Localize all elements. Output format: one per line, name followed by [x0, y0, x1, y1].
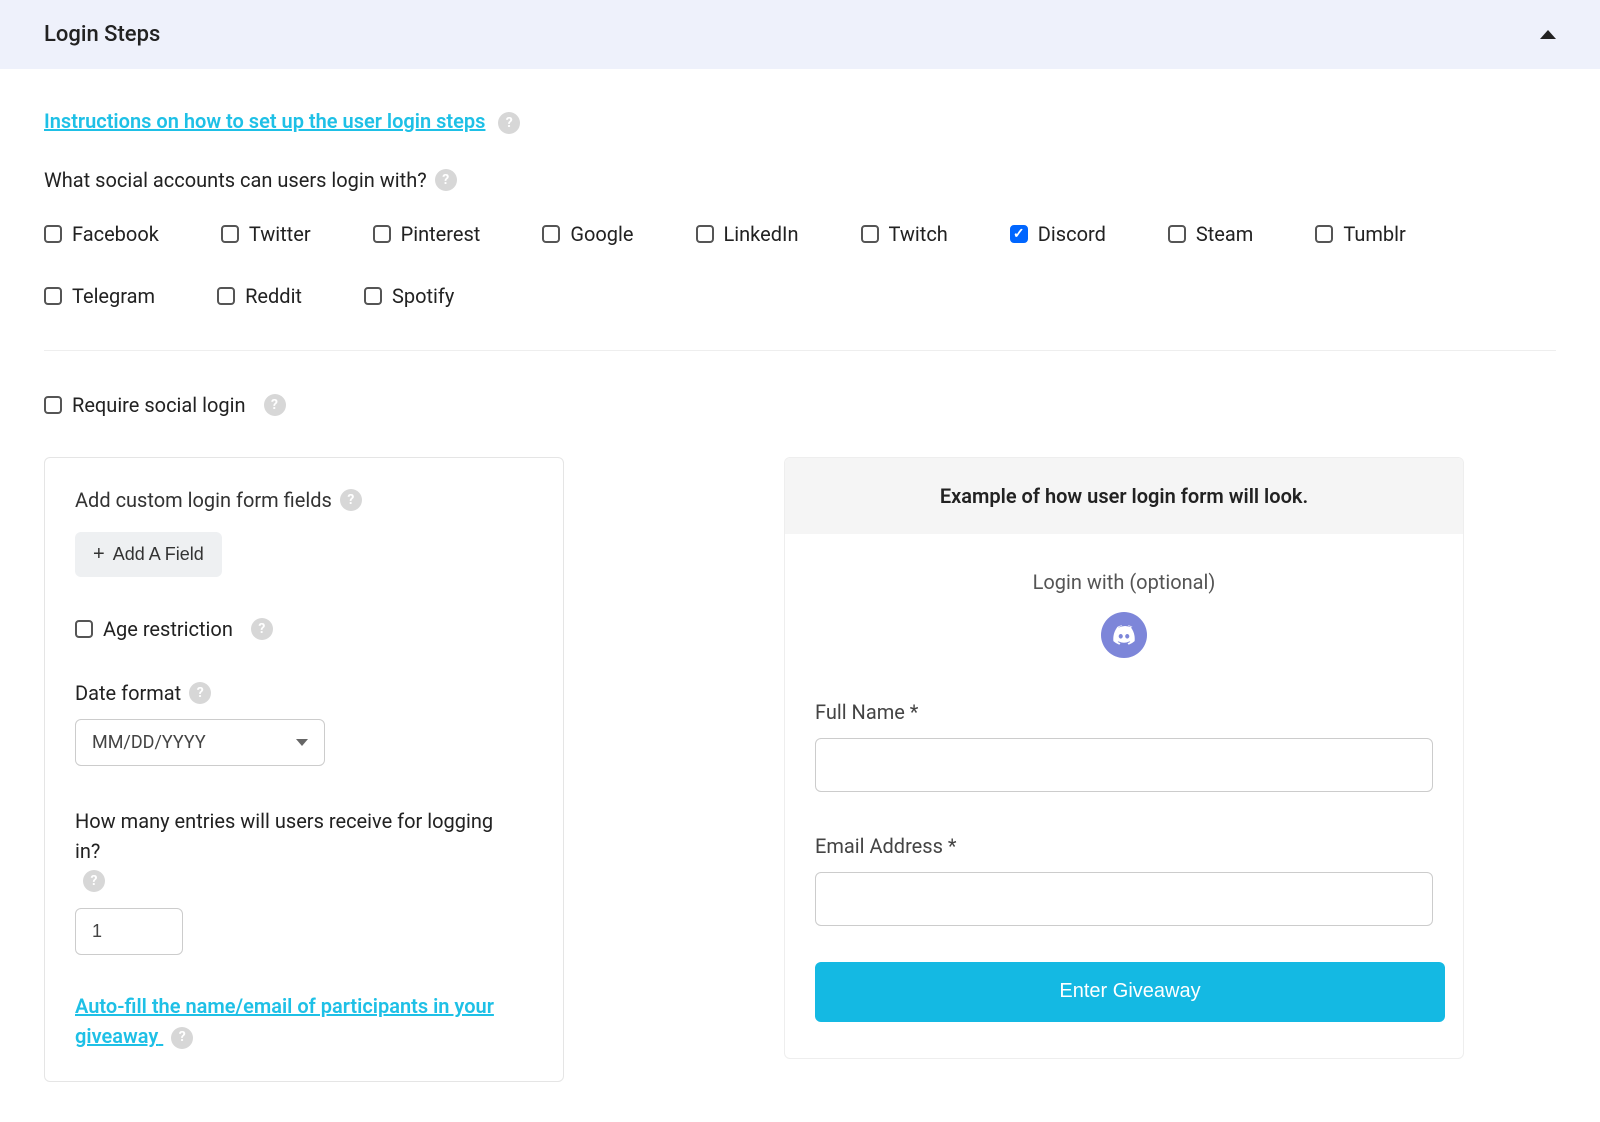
social-label: Twitch [889, 222, 948, 246]
chevron-down-icon [296, 739, 308, 746]
divider [44, 350, 1556, 351]
social-label: Discord [1038, 222, 1106, 246]
preview-header: Example of how user login form will look… [785, 458, 1463, 534]
enter-giveaway-button[interactable]: Enter Giveaway [815, 962, 1445, 1022]
custom-fields-title: Add custom login form fields ? [75, 488, 533, 512]
date-format-label: Date format [75, 681, 181, 705]
social-checkbox-tumblr[interactable]: Tumblr [1315, 222, 1405, 246]
checkbox-icon [696, 225, 714, 243]
social-label: Pinterest [401, 222, 481, 246]
entries-label: How many entries will users receive for … [75, 806, 515, 866]
social-checkbox-row: Facebook Twitter Pinterest Google LinkedIn Tw… [44, 222, 1556, 308]
social-label: Google [570, 222, 633, 246]
section-header[interactable]: Login Steps [0, 0, 1600, 69]
help-icon[interactable]: ? [264, 394, 286, 416]
require-social-label: Require social login [72, 393, 246, 417]
social-checkbox-steam[interactable]: Steam [1168, 222, 1253, 246]
email-input[interactable] [815, 872, 1433, 926]
checkbox-icon [861, 225, 879, 243]
fullname-input[interactable] [815, 738, 1433, 792]
checkbox-icon [75, 620, 93, 638]
social-checkbox-telegram[interactable]: Telegram [44, 284, 155, 308]
social-checkbox-twitch[interactable]: Twitch [861, 222, 948, 246]
help-icon[interactable]: ? [340, 489, 362, 511]
fullname-label: Full Name * [815, 700, 1433, 724]
help-icon[interactable]: ? [171, 1027, 193, 1049]
social-checkbox-reddit[interactable]: Reddit [217, 284, 302, 308]
checkbox-icon [542, 225, 560, 243]
date-format-select[interactable]: MM/DD/YYYY [75, 719, 325, 766]
social-label: Telegram [72, 284, 155, 308]
help-icon[interactable]: ? [251, 618, 273, 640]
login-preview-panel: Example of how user login form will look… [784, 457, 1464, 1059]
social-checkbox-pinterest[interactable]: Pinterest [373, 222, 481, 246]
help-icon[interactable]: ? [498, 112, 520, 134]
social-checkbox-linkedin[interactable]: LinkedIn [696, 222, 799, 246]
discord-icon[interactable] [1101, 612, 1147, 658]
social-checkbox-google[interactable]: Google [542, 222, 633, 246]
help-icon[interactable]: ? [435, 169, 457, 191]
social-checkbox-twitter[interactable]: Twitter [221, 222, 311, 246]
checkbox-icon [217, 287, 235, 305]
checkbox-icon [373, 225, 391, 243]
plus-icon: + [93, 544, 105, 564]
social-checkbox-spotify[interactable]: Spotify [364, 284, 454, 308]
social-label: Tumblr [1343, 222, 1405, 246]
add-field-button[interactable]: + Add A Field [75, 532, 222, 577]
login-with-label: Login with (optional) [815, 570, 1433, 594]
instructions-link[interactable]: Instructions on how to set up the user l… [44, 109, 485, 133]
checkbox-icon [44, 225, 62, 243]
help-icon[interactable]: ? [189, 682, 211, 704]
autofill-link[interactable]: Auto-fill the name/email of participants… [75, 991, 533, 1051]
section-title: Login Steps [44, 22, 160, 47]
email-label: Email Address * [815, 834, 1433, 858]
checkbox-icon [44, 287, 62, 305]
help-icon[interactable]: ? [83, 870, 105, 892]
checkbox-icon [1315, 225, 1333, 243]
custom-fields-panel: Add custom login form fields ? + Add A F… [44, 457, 564, 1082]
checkbox-icon [221, 225, 239, 243]
social-label: Reddit [245, 284, 302, 308]
social-login-label: What social accounts can users login wit… [44, 168, 1556, 192]
checkbox-icon [44, 396, 62, 414]
social-checkbox-discord[interactable]: Discord [1010, 222, 1106, 246]
social-checkbox-facebook[interactable]: Facebook [44, 222, 159, 246]
require-social-checkbox[interactable]: Require social login ? [44, 393, 1556, 417]
social-label: Steam [1196, 222, 1253, 246]
social-label: Twitter [249, 222, 311, 246]
checkbox-icon [1010, 225, 1028, 243]
collapse-caret-icon[interactable] [1540, 30, 1556, 39]
checkbox-icon [364, 287, 382, 305]
age-restriction-label: Age restriction [103, 617, 233, 641]
entries-input[interactable] [75, 908, 183, 955]
age-restriction-checkbox[interactable]: Age restriction ? [75, 617, 533, 641]
social-label: LinkedIn [724, 222, 799, 246]
social-label: Spotify [392, 284, 454, 308]
social-label: Facebook [72, 222, 159, 246]
checkbox-icon [1168, 225, 1186, 243]
